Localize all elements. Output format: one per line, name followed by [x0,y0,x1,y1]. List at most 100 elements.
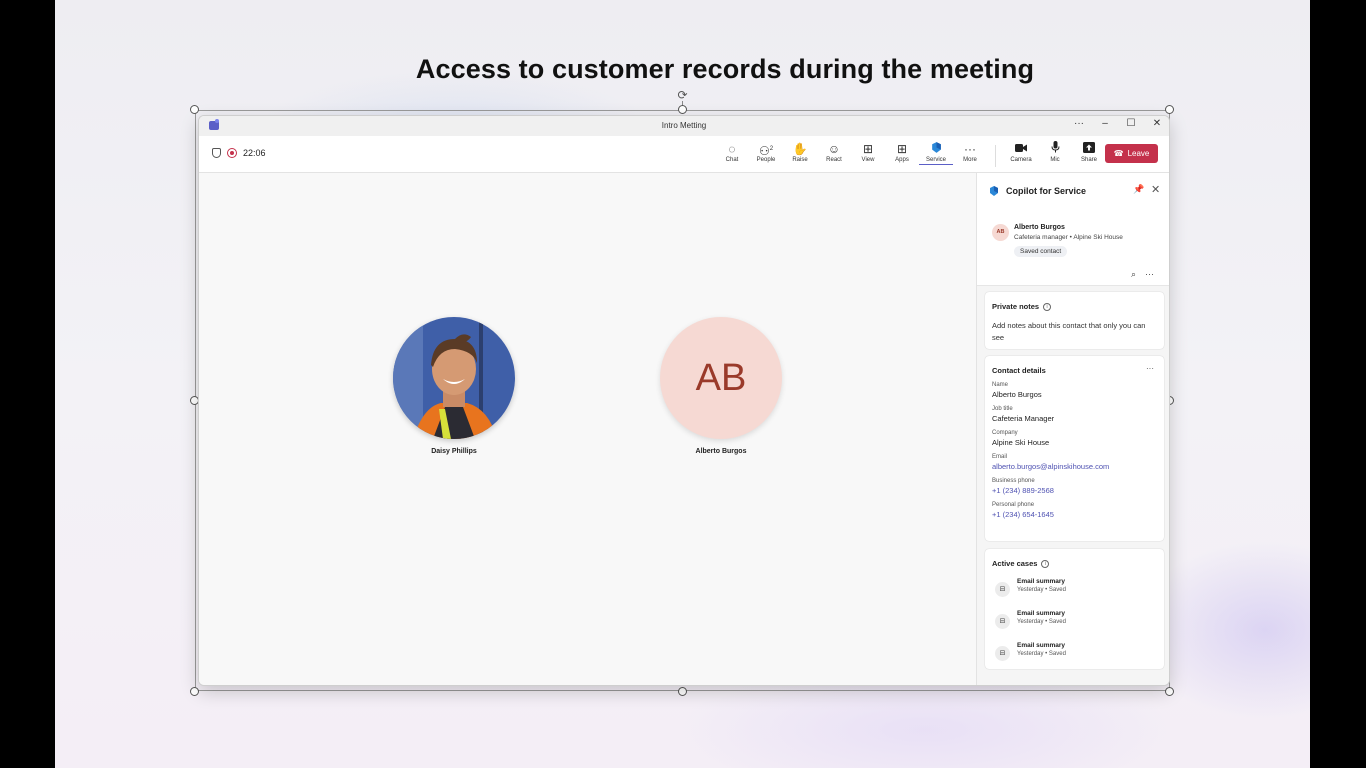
participant-name: Alberto Burgos [695,448,747,455]
detail-label: Business phone [992,478,1035,484]
service-icon [919,141,953,157]
chat-icon: ◌ [728,142,736,156]
phone-hangup-icon: ☎ [1113,149,1124,158]
copilot-side-panel: Copilot for Service 📌 ✕ AB Alberto Burgo… [976,173,1169,685]
chat-label: Chat [725,157,739,163]
mic-button[interactable]: Mic [1038,141,1072,167]
personal-phone-link[interactable]: +1 (234) 654-1645 [992,510,1157,519]
chat-button[interactable]: ◌ Chat [715,141,749,167]
share-label: Share [1080,157,1097,163]
resize-handle-top[interactable] [678,105,687,114]
participant-tile[interactable]: AB Alberto Burgos [660,317,782,455]
participant-name: Daisy Phillips [431,448,477,455]
resize-handle-top-right[interactable] [1165,105,1174,114]
case-item[interactable]: ⊟ Email summary Yesterday • Saved [985,642,1164,664]
saved-contact-badge: Saved contact [1014,246,1068,257]
active-cases-title: Active cases [992,559,1038,568]
detail-field: Personal phone +1 (234) 654-1645 [985,502,1164,519]
contact-details-title: Contact details [992,366,1046,375]
rotate-handle-icon[interactable]: ⟳ [676,89,689,102]
maximize-icon[interactable]: ☐ [1125,118,1137,129]
search-icon[interactable]: ⌕ [1131,269,1136,280]
more-button[interactable]: ··· More [953,141,987,167]
pin-icon[interactable]: 📌 [1133,184,1144,195]
resize-handle-bottom-right[interactable] [1165,687,1174,696]
service-label: Service [919,157,953,165]
window-more-icon[interactable]: ··· [1073,118,1085,129]
toolbar-divider [995,145,996,167]
leave-label: Leave [1127,149,1150,158]
panel-title: Copilot for Service [1006,186,1087,196]
detail-field: Company Alpine Ski House [985,430,1164,447]
info-icon[interactable]: i [1041,559,1050,568]
detail-field: Name Alberto Burgos [985,382,1164,399]
business-phone-link[interactable]: +1 (234) 889-2568 [992,486,1157,495]
copilot-logo-icon [988,184,1000,196]
camera-button[interactable]: Camera [1004,141,1038,167]
mic-label: Mic [1050,157,1060,163]
close-window-icon[interactable]: ✕ [1151,118,1163,129]
camera-label: Camera [1010,157,1032,163]
apps-icon: ⊞ [896,142,908,156]
contact-avatar: AB [992,224,1009,241]
case-status: Yesterday • Saved [1017,587,1066,593]
title-bar: Intro Metting ··· – ☐ ✕ [199,116,1169,136]
case-status: Yesterday • Saved [1017,619,1066,625]
case-title: Email summary [1017,642,1066,649]
minimize-icon[interactable]: – [1099,118,1111,129]
react-label: React [826,157,842,163]
detail-label: Job title [992,406,1013,412]
resize-handle-bottom-left[interactable] [190,687,199,696]
more-label: More [963,157,977,163]
toolbar-tools: ◌ Chat ⚇2 People ✋ Raise ☺ React ⊞ View … [715,141,1106,167]
leave-button[interactable]: ☎ Leave [1105,144,1158,163]
case-item[interactable]: ⊟ Email summary Yesterday • Saved [985,610,1164,632]
case-title: Email summary [1017,610,1066,617]
contact-name: Alberto Burgos [1014,224,1065,231]
detail-field: Business phone +1 (234) 889-2568 [985,478,1164,495]
share-button[interactable]: Share [1072,141,1106,167]
detail-field: Job title Cafeteria Manager [985,406,1164,423]
shield-icon [212,148,221,158]
react-icon: ☺ [827,142,841,156]
participant-photo [393,317,515,439]
people-button[interactable]: ⚇2 People [749,141,783,167]
service-button[interactable]: Service [919,141,953,167]
resize-handle-bottom[interactable] [678,687,687,696]
slide-headline: Access to customer records during the me… [415,54,1035,84]
contact-summary: AB Alberto Burgos Cafeteria manager • Al… [977,203,1169,286]
raise-hand-icon: ✋ [792,142,808,156]
camera-icon [1004,141,1038,157]
contact-subtitle: Cafeteria manager • Alpine Ski House [1014,234,1123,241]
more-options-icon[interactable]: ··· [1145,269,1154,280]
view-button[interactable]: ⊞ View [851,141,885,167]
react-button[interactable]: ☺ React [817,141,851,167]
participant-tile[interactable]: Daisy Phillips [393,317,515,455]
detail-label: Company [992,430,1018,436]
case-item[interactable]: ⊟ Email summary Yesterday • Saved [985,578,1164,600]
view-icon: ⊞ [862,142,874,156]
private-notes-card: Private notes i Add notes about this con… [985,292,1164,349]
active-cases-card: Active cases i ⊟ Email summary Yesterday… [985,549,1164,669]
detail-value: Cafeteria Manager [992,414,1055,423]
more-options-icon[interactable]: ··· [1146,364,1154,373]
view-label: View [861,157,875,163]
briefcase-icon: ⊟ [995,614,1010,629]
participant-initials-avatar: AB [660,317,782,439]
apps-label: Apps [895,157,909,163]
contact-details-card: Contact details ··· Name Alberto Burgos … [985,356,1164,541]
resize-handle-top-left[interactable] [190,105,199,114]
detail-value: Alberto Burgos [992,390,1042,399]
apps-button[interactable]: ⊞ Apps [885,141,919,167]
private-notes-title: Private notes [992,302,1040,311]
raise-hand-button[interactable]: ✋ Raise [783,141,817,167]
email-link[interactable]: alberto.burgos@alpinskihouse.com [992,462,1157,471]
private-notes-input[interactable]: Add notes about this contact that only y… [985,311,1164,344]
detail-field: Email alberto.burgos@alpinskihouse.com [985,454,1164,471]
detail-label: Name [992,382,1009,388]
more-icon: ··· [964,142,976,156]
close-icon[interactable]: ✕ [1151,183,1160,196]
video-stage: Daisy Phillips AB Alberto Burgos [199,173,976,685]
case-status: Yesterday • Saved [1017,651,1066,657]
info-icon[interactable]: i [1043,302,1052,311]
